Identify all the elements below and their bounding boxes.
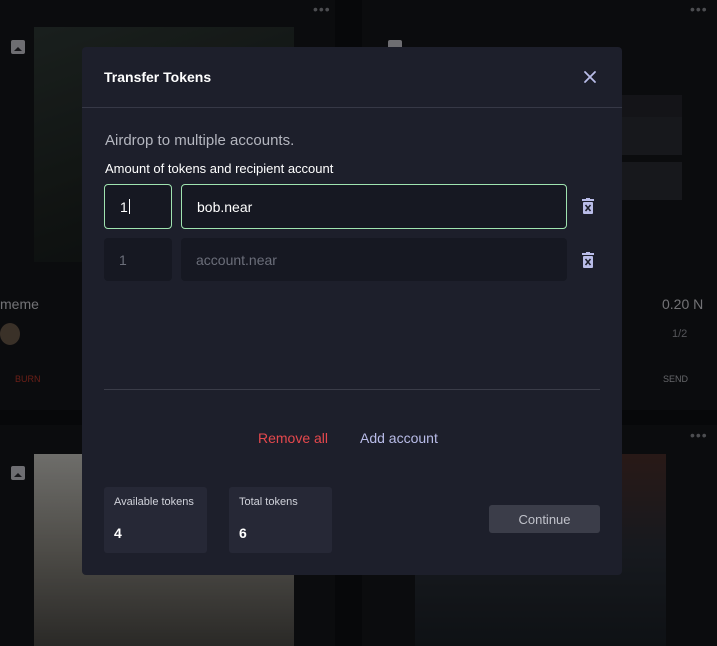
amount-input[interactable]: 1 bbox=[104, 184, 172, 229]
close-icon[interactable] bbox=[580, 69, 600, 89]
add-account-button[interactable]: Add account bbox=[360, 430, 438, 446]
amount-input[interactable]: 1 bbox=[104, 238, 172, 281]
total-tokens-label: Total tokens bbox=[239, 496, 298, 508]
amount-placeholder: 1 bbox=[119, 251, 127, 268]
available-tokens-value: 4 bbox=[114, 525, 122, 541]
available-tokens-label: Available tokens bbox=[114, 496, 194, 508]
total-tokens-value: 6 bbox=[239, 525, 247, 541]
text-caret bbox=[128, 199, 130, 214]
total-tokens-card: Total tokens 6 bbox=[229, 487, 332, 553]
remove-all-button[interactable]: Remove all bbox=[258, 430, 328, 446]
account-input[interactable]: account.near bbox=[181, 238, 567, 281]
amount-value: 1 bbox=[120, 198, 128, 215]
trash-icon[interactable] bbox=[581, 252, 595, 268]
available-tokens-card: Available tokens 4 bbox=[104, 487, 207, 553]
modal-subtitle: Airdrop to multiple accounts. bbox=[105, 132, 295, 149]
divider bbox=[104, 389, 600, 390]
transfer-tokens-modal: Transfer Tokens Airdrop to multiple acco… bbox=[82, 47, 622, 575]
account-input[interactable]: bob.near bbox=[181, 184, 567, 229]
trash-icon[interactable] bbox=[581, 198, 595, 214]
modal-header: Transfer Tokens bbox=[82, 47, 622, 108]
account-placeholder: account.near bbox=[196, 251, 277, 268]
field-label: Amount of tokens and recipient account bbox=[105, 161, 334, 176]
account-value: bob.near bbox=[197, 198, 253, 215]
modal-title: Transfer Tokens bbox=[104, 69, 212, 85]
continue-button[interactable]: Continue bbox=[489, 505, 600, 533]
